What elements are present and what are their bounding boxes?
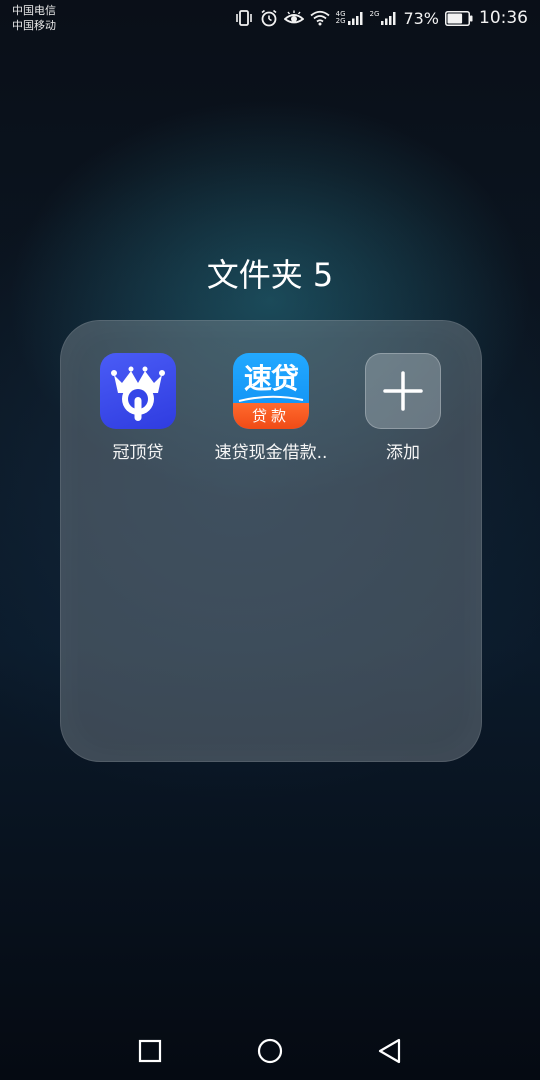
app-label: 速贷现金借款.. — [214, 443, 328, 463]
carrier-1: 中国电信 — [12, 4, 56, 17]
swoosh-icon — [238, 395, 304, 402]
sudai-app-icon[interactable]: 速贷 贷款 — [233, 353, 309, 429]
sudai-icon-text-bottom: 贷款 — [233, 403, 309, 429]
signal-icon: 2G — [370, 11, 398, 25]
app-guandingdai[interactable]: 冠顶贷 — [68, 353, 208, 463]
folder-panel: 冠顶贷 速贷 贷款 速贷现金借款.. 添加 — [60, 320, 482, 762]
wifi-icon — [310, 10, 330, 26]
square-icon — [138, 1039, 162, 1063]
app-label: 冠顶贷 — [112, 443, 164, 463]
sim1-network-label-b: 2G — [335, 17, 346, 25]
home-button[interactable] — [255, 1036, 285, 1066]
plus-icon[interactable] — [365, 353, 441, 429]
sudai-icon-text-top: 速贷 — [243, 362, 299, 395]
status-icons: 4G 2G 2G 73% 10:36 — [234, 6, 528, 30]
signal-icon: 4G 2G — [336, 11, 364, 25]
carrier-info: 中国电信 中国移动 — [12, 3, 56, 33]
back-button[interactable] — [375, 1036, 405, 1066]
folder-title[interactable]: 文件夹 5 — [0, 250, 540, 296]
crown-lock-app-icon[interactable] — [100, 353, 176, 429]
carrier-2: 中国移动 — [12, 19, 56, 32]
app-label: 添加 — [386, 443, 420, 463]
battery-icon — [445, 10, 473, 26]
alarm-icon — [260, 9, 278, 27]
recent-apps-button[interactable] — [135, 1036, 165, 1066]
status-bar: 中国电信 中国移动 4G 2G 2G 73% 10:36 — [0, 0, 540, 38]
vibrate-icon — [234, 9, 254, 27]
clock: 10:36 — [479, 8, 528, 28]
navigation-bar — [0, 1020, 540, 1080]
sim2-network-label: 2G — [369, 10, 380, 18]
eye-comfort-icon — [283, 10, 304, 26]
circle-icon — [257, 1038, 283, 1064]
battery-percent: 73% — [403, 8, 439, 28]
triangle-back-icon — [378, 1038, 401, 1064]
app-sudai[interactable]: 速贷 贷款 速贷现金借款.. — [201, 353, 341, 463]
add-app-button[interactable]: 添加 — [333, 353, 473, 463]
